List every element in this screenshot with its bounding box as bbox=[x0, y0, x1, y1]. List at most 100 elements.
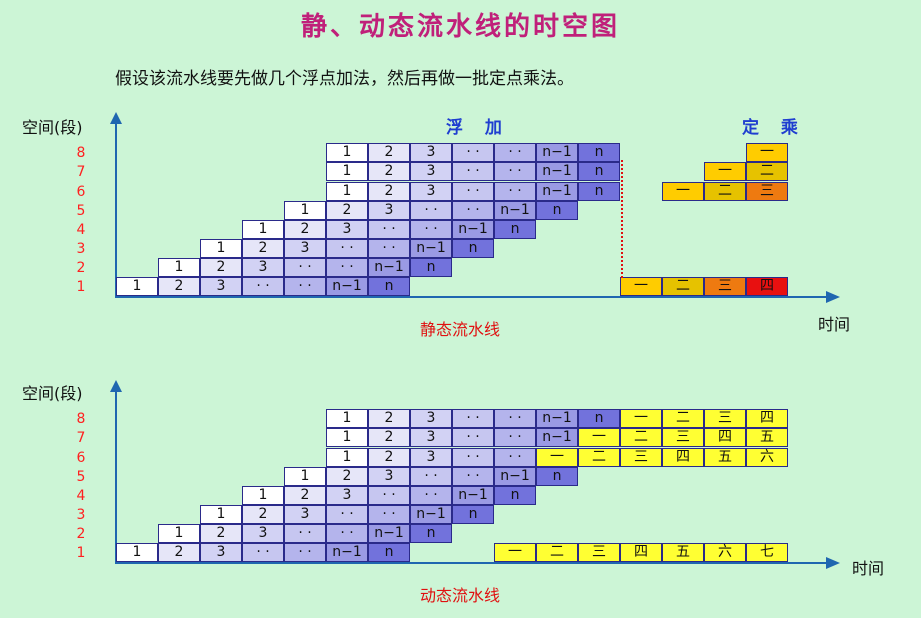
y-axis-arrow bbox=[110, 112, 122, 124]
add-task-cell: · · bbox=[452, 466, 494, 486]
add-task-cell: · · bbox=[242, 543, 284, 562]
add-task-cell: 3 bbox=[410, 447, 452, 467]
mul-task-cell: 一 bbox=[536, 447, 578, 467]
add-task-cell: 3 bbox=[368, 466, 410, 486]
add-task-cell: 2 bbox=[368, 447, 410, 467]
mul-task-cell: 五 bbox=[704, 447, 746, 467]
y-axis-label: 空间(段) bbox=[22, 384, 83, 403]
segment-label-3: 3 bbox=[76, 240, 86, 257]
add-task-cell: 3 bbox=[410, 162, 452, 182]
mul-task-cell: 一 bbox=[578, 428, 620, 448]
add-task-cell: · · bbox=[494, 447, 536, 467]
add-task-cell: n−1 bbox=[368, 523, 410, 543]
segment-label-4: 4 bbox=[76, 487, 86, 504]
add-task-cell: · · bbox=[494, 181, 536, 201]
add-task-cell: 1 bbox=[326, 409, 368, 429]
add-task-cell: n−1 bbox=[536, 428, 578, 448]
mul-task-cell: 一 bbox=[704, 162, 746, 182]
add-task-cell: · · bbox=[452, 447, 494, 467]
y-axis-label: 空间(段) bbox=[22, 118, 83, 137]
add-task-cell: 1 bbox=[326, 428, 368, 448]
segment-label-7: 7 bbox=[76, 430, 86, 447]
mul-task-cell: 三 bbox=[662, 428, 704, 448]
segment-label-2: 2 bbox=[76, 259, 86, 276]
segment-label-6: 6 bbox=[76, 449, 86, 466]
add-task-cell: · · bbox=[284, 523, 326, 543]
op-label-mul: 定 乘 bbox=[742, 118, 806, 138]
add-task-cell: 3 bbox=[326, 219, 368, 239]
add-task-cell: n−1 bbox=[536, 162, 578, 182]
add-task-cell: 2 bbox=[158, 277, 200, 296]
add-task-cell: · · bbox=[494, 409, 536, 429]
segment-label-2: 2 bbox=[76, 525, 86, 542]
add-task-cell: · · bbox=[284, 257, 326, 277]
add-task-cell: · · bbox=[452, 200, 494, 220]
add-task-cell: 3 bbox=[242, 257, 284, 277]
op-label-add: 浮 加 bbox=[446, 118, 510, 138]
add-task-cell: 2 bbox=[242, 238, 284, 258]
add-task-cell: n−1 bbox=[368, 257, 410, 277]
mul-task-cell: 二 bbox=[578, 447, 620, 467]
mul-task-cell: 二 bbox=[746, 162, 788, 182]
add-task-cell: 1 bbox=[200, 238, 242, 258]
segment-label-5: 5 bbox=[76, 202, 86, 219]
add-task-cell: 1 bbox=[284, 200, 326, 220]
add-task-cell: 3 bbox=[242, 523, 284, 543]
y-axis-arrow bbox=[110, 380, 122, 392]
add-task-cell: · · bbox=[326, 238, 368, 258]
mul-task-cell: 四 bbox=[746, 277, 788, 296]
add-task-cell: 2 bbox=[200, 257, 242, 277]
mul-task-cell: 五 bbox=[662, 543, 704, 562]
add-task-cell: 1 bbox=[284, 466, 326, 486]
add-task-cell: · · bbox=[368, 485, 410, 505]
add-task-cell: 2 bbox=[368, 143, 410, 163]
add-task-cell: n bbox=[494, 219, 536, 239]
mul-task-cell: 四 bbox=[662, 447, 704, 467]
static-caption: 静态流水线 bbox=[420, 320, 501, 339]
add-task-cell: n bbox=[536, 200, 578, 220]
segment-label-1: 1 bbox=[76, 279, 86, 295]
add-task-cell: 3 bbox=[284, 504, 326, 524]
mul-task-cell: 三 bbox=[704, 277, 746, 296]
add-task-cell: 2 bbox=[326, 200, 368, 220]
add-task-cell: 3 bbox=[410, 409, 452, 429]
add-task-cell: · · bbox=[368, 238, 410, 258]
add-task-cell: n−1 bbox=[536, 181, 578, 201]
segment-label-3: 3 bbox=[76, 506, 86, 523]
mul-task-cell: 一 bbox=[620, 409, 662, 429]
mul-task-cell: 一 bbox=[620, 277, 662, 296]
add-task-cell: · · bbox=[452, 428, 494, 448]
add-task-cell: 1 bbox=[200, 504, 242, 524]
add-task-cell: · · bbox=[410, 219, 452, 239]
add-task-cell: · · bbox=[452, 409, 494, 429]
add-task-cell: n−1 bbox=[452, 219, 494, 239]
add-task-cell: 2 bbox=[200, 523, 242, 543]
add-task-cell: 3 bbox=[200, 277, 242, 296]
add-task-cell: n bbox=[410, 257, 452, 277]
add-task-cell: · · bbox=[326, 523, 368, 543]
add-task-cell: · · bbox=[410, 200, 452, 220]
add-task-cell: n bbox=[578, 162, 620, 182]
add-task-cell: n−1 bbox=[536, 409, 578, 429]
mul-task-cell: 五 bbox=[746, 428, 788, 448]
add-task-cell: 1 bbox=[326, 143, 368, 163]
mul-task-cell: 二 bbox=[536, 543, 578, 562]
mul-task-cell: 二 bbox=[620, 428, 662, 448]
add-task-cell: 1 bbox=[242, 219, 284, 239]
mul-task-cell: 四 bbox=[746, 409, 788, 429]
add-task-cell: n−1 bbox=[494, 466, 536, 486]
add-task-cell: · · bbox=[368, 219, 410, 239]
add-task-cell: · · bbox=[452, 143, 494, 163]
mul-task-cell: 三 bbox=[746, 181, 788, 201]
segment-label-5: 5 bbox=[76, 468, 86, 485]
segment-label-8: 8 bbox=[76, 145, 86, 162]
add-task-cell: n bbox=[494, 485, 536, 505]
add-task-cell: 2 bbox=[284, 485, 326, 505]
add-task-cell: 3 bbox=[284, 238, 326, 258]
x-axis-arrow bbox=[826, 291, 840, 303]
add-task-cell: 1 bbox=[326, 181, 368, 201]
segment-label-8: 8 bbox=[76, 411, 86, 428]
segment-label-4: 4 bbox=[76, 221, 86, 238]
add-task-cell: n bbox=[368, 543, 410, 562]
add-task-cell: 3 bbox=[326, 485, 368, 505]
